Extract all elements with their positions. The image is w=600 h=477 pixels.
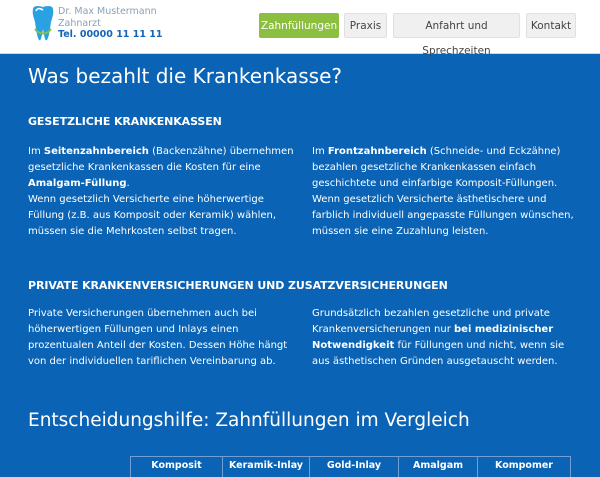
brand-title: Zahnarzt [58, 17, 101, 29]
text-fragment: (Schneide- und Eckzähne) bezahlen gesetz… [312, 146, 574, 237]
nav-item-zahnfuellungen[interactable]: Zahnfüllungen [259, 13, 339, 38]
section-heading-privat: PRIVATE KRANKENVERSICHERUNGEN UND ZUSATZ… [28, 279, 448, 292]
section-heading-gesetzlich: GESETZLICHE KRANKENKASSEN [28, 115, 222, 128]
table-header-kompomer: Kompomer [478, 457, 571, 477]
bold-seitenzahnbereich: Seitenzahnbereich [43, 146, 149, 157]
text-fragment: Im [312, 146, 325, 157]
site-header: Dr. Max Mustermann Zahnarzt Tel. 00000 1… [0, 0, 600, 57]
paragraph-frontzahn: Im Frontzahnbereich (Schneide- und Eckzä… [312, 144, 574, 240]
paragraph-private-versicherungen: Private Versicherungen übernehmen auch b… [28, 306, 298, 370]
nav-item-anfahrt[interactable]: Anfahrt und Sprechzeiten [393, 13, 520, 57]
brand-phone[interactable]: Tel. 00000 11 11 11 [58, 29, 162, 41]
tooth-logo-icon[interactable] [30, 5, 56, 43]
paragraph-grundsaetzlich: Grundsätzlich bezahlen gesetzliche und p… [312, 306, 574, 370]
table-header-gold-inlay: Gold-Inlay [310, 457, 399, 477]
page-title: Was bezahlt die Krankenkasse? [28, 64, 342, 88]
bold-frontzahnbereich: Frontzahnbereich [327, 146, 427, 157]
paragraph-seitenzahn: Im Seitenzahnbereich (Backenzähne) übern… [28, 144, 298, 240]
text-fragment: Im [28, 146, 41, 157]
table-header-komposit: Komposit [131, 457, 223, 477]
table-header-keramik-inlay: Keramik-Inlay [223, 457, 310, 477]
text-fragment: Wenn gesetzlich Versicherte eine höherwe… [28, 194, 277, 237]
text-fragment: . [126, 178, 130, 189]
comparison-title: Entscheidungshilfe: Zahnfüllungen im Ver… [28, 410, 470, 431]
bold-amalgam-fuellung: Amalgam-Füllung [28, 178, 127, 189]
comparison-table-header: Komposit Keramik-Inlay Gold-Inlay Amalga… [130, 456, 571, 477]
brand-block[interactable]: Dr. Max Mustermann Zahnarzt Tel. 00000 1… [58, 6, 162, 41]
table-header-amalgam: Amalgam [399, 457, 478, 477]
nav-item-kontakt[interactable]: Kontakt [526, 13, 576, 38]
brand-name: Dr. Max Mustermann [58, 6, 157, 17]
nav-item-praxis[interactable]: Praxis [344, 13, 387, 38]
text-fragment: Private Versicherungen übernehmen auch b… [28, 308, 288, 367]
